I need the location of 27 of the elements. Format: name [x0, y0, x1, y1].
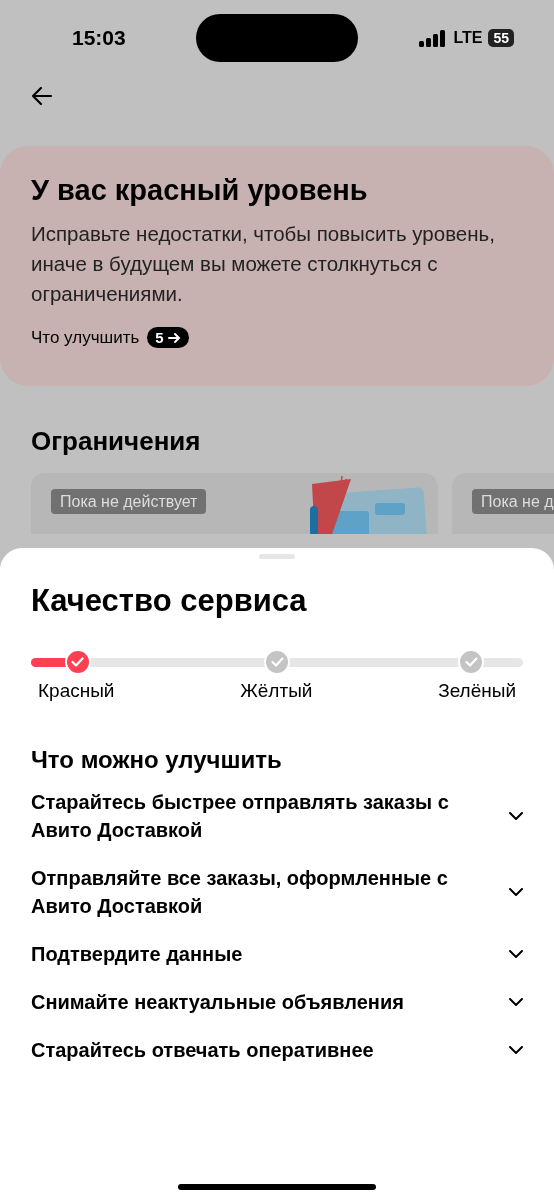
improvement-item[interactable]: Отправляйте все заказы, оформленные с Авито Доставкой: [31, 864, 523, 920]
home-indicator[interactable]: [178, 1184, 376, 1190]
status-badge: Пока не д: [472, 489, 554, 514]
improvement-item[interactable]: Снимайте неактуальные объявления: [31, 988, 523, 1016]
status-badge: Пока не действует: [51, 489, 207, 514]
improvement-item[interactable]: Подтвердите данные: [31, 940, 523, 968]
level-label: Жёлтый: [240, 680, 313, 702]
signal-icon: [419, 29, 448, 47]
level-label: Красный: [38, 680, 115, 702]
network-label: LTE: [453, 29, 483, 47]
section-title: Ограничения: [31, 426, 202, 457]
improvement-item[interactable]: Старайтесь отвечать оперативнее: [31, 1036, 523, 1064]
restriction-card[interactable]: Пока не действует: [31, 473, 438, 534]
clock-time: 15:03: [72, 26, 127, 50]
improvement-item[interactable]: Старайтесь быстрее отправлять заказы с Авито Доставкой: [31, 788, 523, 844]
back-button[interactable]: [30, 84, 54, 108]
level-description: Исправьте недостатки, чтобы повысить уровень, иначе в будущем вы можете столкнуться с ограничениями.: [31, 221, 496, 307]
level-title: У вас красный уровень: [31, 174, 369, 207]
count-badge[interactable]: 5: [147, 327, 189, 348]
back-icon: [30, 84, 54, 108]
section-title: Что можно улучшить: [31, 746, 283, 774]
drag-handle[interactable]: [259, 554, 295, 559]
sheet-title: Качество сервиса: [31, 583, 308, 619]
level-label: Зелёный: [438, 680, 516, 702]
battery-level: 55: [488, 29, 514, 47]
improve-link[interactable]: Что улучшить: [31, 327, 140, 348]
restriction-card[interactable]: Пока не д: [452, 473, 554, 534]
